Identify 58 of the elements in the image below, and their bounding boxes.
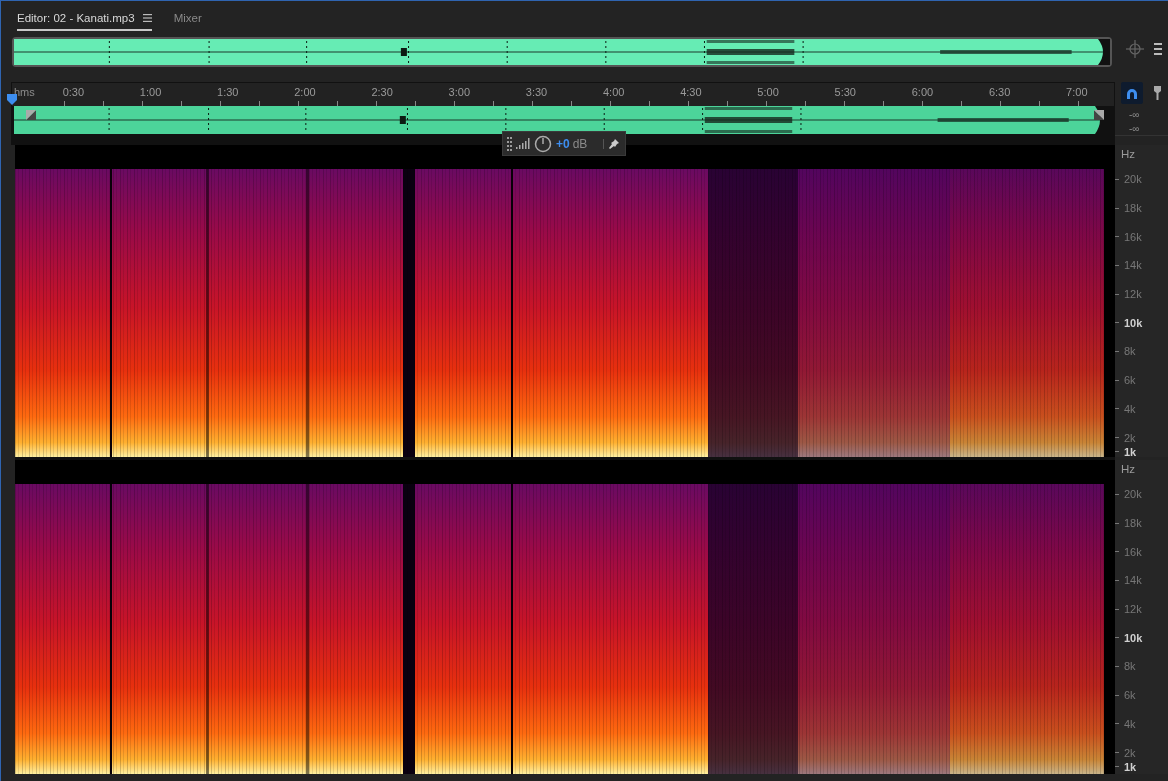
time-label: 7:00: [1065, 85, 1089, 100]
zoom-fit-icon[interactable]: [1126, 40, 1144, 58]
frequency-label: 6k: [1124, 689, 1136, 702]
frequency-label: 1k: [1124, 760, 1137, 773]
frequency-label: 18k: [1124, 202, 1142, 215]
volume-meter-icon: [516, 138, 530, 149]
frequency-label: 4k: [1124, 402, 1136, 415]
time-label: 5:00: [756, 85, 780, 100]
frequency-label: 14k: [1124, 574, 1142, 587]
frequency-label: 4k: [1124, 717, 1136, 730]
pin-button[interactable]: [603, 138, 619, 149]
level-reading: -∞: [1129, 122, 1141, 135]
time-label: 1:00: [138, 85, 163, 100]
frequency-label: 16k: [1124, 230, 1142, 243]
time-label: 4:00: [601, 85, 626, 100]
marker-icon[interactable]: [1153, 85, 1162, 101]
magnet-icon: [1125, 86, 1139, 100]
volume-knob-icon[interactable]: [534, 134, 552, 153]
snap-button[interactable]: [1121, 82, 1143, 104]
frequency-label: 18k: [1124, 517, 1142, 530]
time-label: 6:30: [987, 85, 1012, 100]
fade-in-handle-icon[interactable]: [26, 110, 36, 120]
frequency-label: 1k: [1124, 445, 1137, 458]
pin-icon: [609, 138, 619, 149]
frequency-label: 16k: [1124, 545, 1142, 558]
frequency-label: 20k: [1124, 488, 1142, 501]
list-icon[interactable]: [1154, 41, 1162, 57]
time-label: 5:30: [833, 85, 857, 100]
time-label: 3:30: [524, 85, 549, 100]
time-label: 1:30: [216, 85, 240, 100]
time-label: 2:30: [370, 85, 394, 100]
frequency-label: 10k: [1124, 631, 1143, 644]
frequency-label: 8k: [1124, 345, 1136, 358]
time-unit-label: hms: [13, 85, 35, 100]
time-label: 6:00: [910, 85, 935, 100]
frequency-label: 12k: [1124, 603, 1142, 616]
menu-icon[interactable]: [142, 13, 152, 23]
gain-value[interactable]: +0: [556, 136, 570, 151]
mixer-tab[interactable]: Mixer: [173, 8, 202, 31]
editor-tab[interactable]: Editor: 02 - Kanati.mp3: [17, 8, 152, 31]
frequency-label: 6k: [1124, 374, 1136, 387]
frequency-label: 10k: [1124, 316, 1143, 329]
frequency-label: 2k: [1124, 431, 1136, 444]
fade-out-handle-icon[interactable]: [1094, 110, 1104, 120]
frequency-label: 8k: [1124, 660, 1136, 673]
level-reading: -∞: [1129, 108, 1141, 121]
time-label: 4:30: [679, 85, 703, 100]
frequency-label: 20k: [1124, 173, 1142, 186]
time-label: 3:00: [447, 85, 471, 100]
frequency-label: 2k: [1124, 746, 1136, 759]
frequency-unit-label: Hz: [1121, 148, 1136, 160]
frequency-label: 14k: [1124, 259, 1142, 272]
frequency-unit-label: Hz: [1121, 463, 1136, 475]
grip-icon[interactable]: [507, 136, 512, 151]
time-label: 0:30: [61, 85, 86, 100]
gain-unit: dB: [572, 136, 588, 151]
time-label: 2:00: [293, 85, 317, 100]
frequency-label: 12k: [1124, 288, 1142, 301]
